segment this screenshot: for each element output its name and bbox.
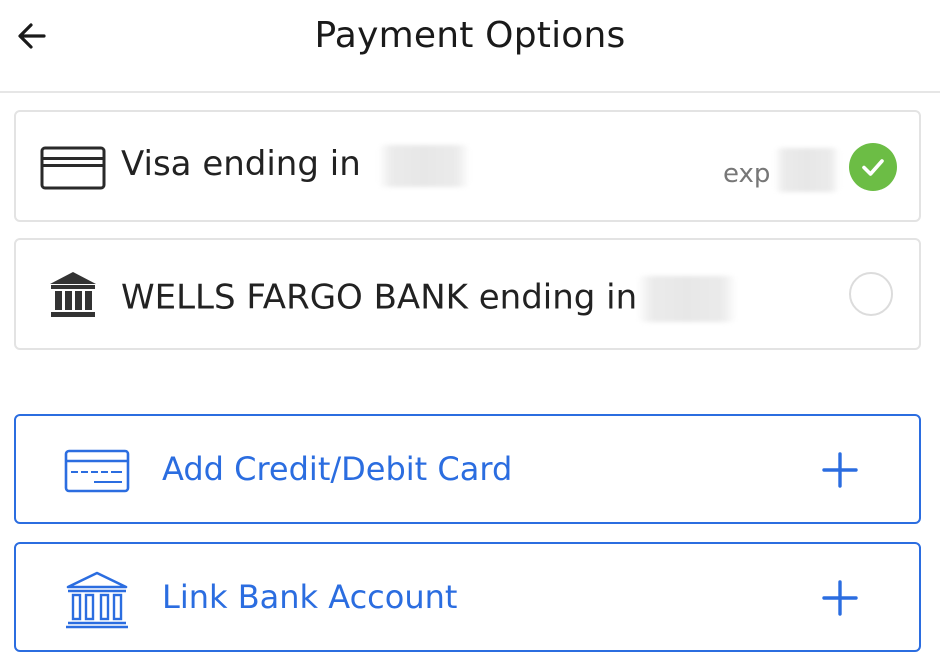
redacted-card-number <box>377 144 470 187</box>
plus-icon <box>822 580 858 616</box>
link-bank-label: Link Bank Account <box>162 578 458 616</box>
credit-card-outline-icon <box>64 449 130 493</box>
bank-label-text: WELLS FARGO BANK ending in <box>121 277 638 318</box>
visa-method-label: Visa ending in <box>121 144 470 187</box>
bank-icon <box>48 270 98 320</box>
payment-method-bank[interactable]: WELLS FARGO BANK ending in <box>14 238 921 350</box>
expiry-label: exp <box>723 159 771 189</box>
payment-options-screen: Payment Options Visa ending in exp WELLS… <box>0 0 940 672</box>
bank-outline-icon <box>64 570 130 630</box>
credit-card-icon <box>40 146 106 190</box>
redacted-account-number <box>637 276 738 322</box>
link-bank-account-button[interactable]: Link Bank Account <box>14 542 921 652</box>
plus-icon <box>822 452 858 488</box>
page-title: Payment Options <box>314 15 626 56</box>
check-circle-icon[interactable] <box>849 143 897 191</box>
radio-unselected-icon[interactable] <box>849 272 893 316</box>
add-credit-debit-card-button[interactable]: Add Credit/Debit Card <box>14 414 921 524</box>
payment-method-visa[interactable]: Visa ending in exp <box>14 110 921 222</box>
bank-method-label: WELLS FARGO BANK ending in <box>121 276 738 322</box>
visa-label-text: Visa ending in <box>121 144 361 184</box>
add-card-label: Add Credit/Debit Card <box>162 450 513 488</box>
redacted-expiry <box>774 148 840 192</box>
top-bar: Payment Options <box>0 0 940 93</box>
